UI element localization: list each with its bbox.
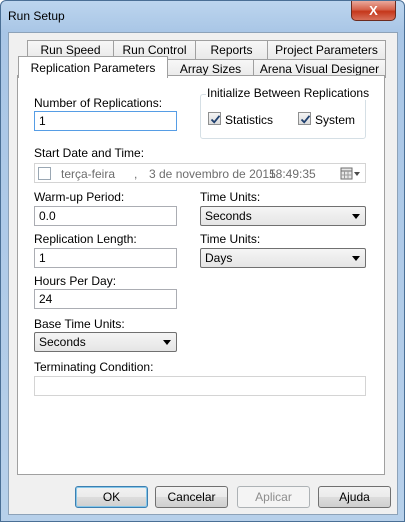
warmup-input[interactable]: 0.0 [34, 206, 177, 226]
system-label: System [315, 113, 356, 127]
help-button[interactable]: Ajuda [318, 486, 391, 508]
start-date-day: terça-feira [61, 167, 116, 181]
warmup-time-units-select[interactable]: Seconds [200, 206, 366, 226]
warmup-time-units-label: Time Units: [200, 190, 261, 204]
hours-per-day-label: Hours Per Day: [34, 274, 117, 288]
replication-length-input[interactable]: 1 [34, 248, 177, 268]
num-replications-label: Number of Replications: [34, 96, 163, 110]
start-date-date: 3 de novembro de 2015 [149, 167, 276, 181]
hours-per-day-input[interactable]: 24 [34, 289, 177, 309]
chevron-down-icon [163, 340, 171, 345]
window-title: Run Setup [8, 9, 65, 23]
start-date-time: 18:49:35 [269, 167, 316, 181]
checkmark-icon [300, 115, 311, 124]
cancel-button[interactable]: Cancelar [155, 486, 228, 508]
terminating-condition-label: Terminating Condition: [34, 360, 154, 374]
replication-parameters-panel: Number of Replications: 1 Initialize Bet… [17, 75, 385, 475]
tab-replication-parameters[interactable]: Replication Parameters [18, 56, 168, 78]
base-time-units-label: Base Time Units: [34, 317, 125, 331]
terminating-condition-input[interactable] [34, 376, 366, 396]
replication-time-units-label: Time Units: [200, 232, 261, 246]
ok-button[interactable]: OK [75, 486, 148, 508]
replication-time-units-select[interactable]: Days [200, 248, 366, 268]
warmup-label: Warm-up Period: [34, 190, 125, 204]
tab-project-parameters[interactable]: Project Parameters [267, 40, 386, 59]
close-button[interactable]: X [351, 1, 396, 21]
chevron-down-icon [352, 214, 360, 219]
start-date-label: Start Date and Time: [34, 146, 145, 160]
tab-reports[interactable]: Reports [195, 40, 268, 59]
num-replications-input[interactable]: 1 [34, 111, 177, 131]
base-time-units-select[interactable]: Seconds [34, 332, 177, 352]
start-date-separator: , [134, 167, 138, 181]
run-setup-window: Run Setup X Run Speed Run Control Report… [0, 0, 405, 522]
calendar-icon[interactable] [340, 167, 362, 183]
start-date-checkbox[interactable] [38, 167, 51, 180]
initialize-group-label: Initialize Between Replications [206, 86, 371, 100]
chevron-down-icon [352, 256, 360, 261]
statistics-label: Statistics [225, 113, 274, 127]
system-checkbox[interactable] [298, 112, 311, 125]
title-bar[interactable]: Run Setup X [1, 1, 404, 33]
start-date-picker[interactable]: terça-feira , 3 de novembro de 2015 18:4… [34, 163, 366, 183]
statistics-checkbox[interactable] [208, 112, 221, 125]
close-icon: X [369, 3, 378, 18]
checkmark-icon [210, 115, 221, 124]
replication-length-label: Replication Length: [34, 232, 137, 246]
apply-button[interactable]: Aplicar [237, 486, 310, 508]
